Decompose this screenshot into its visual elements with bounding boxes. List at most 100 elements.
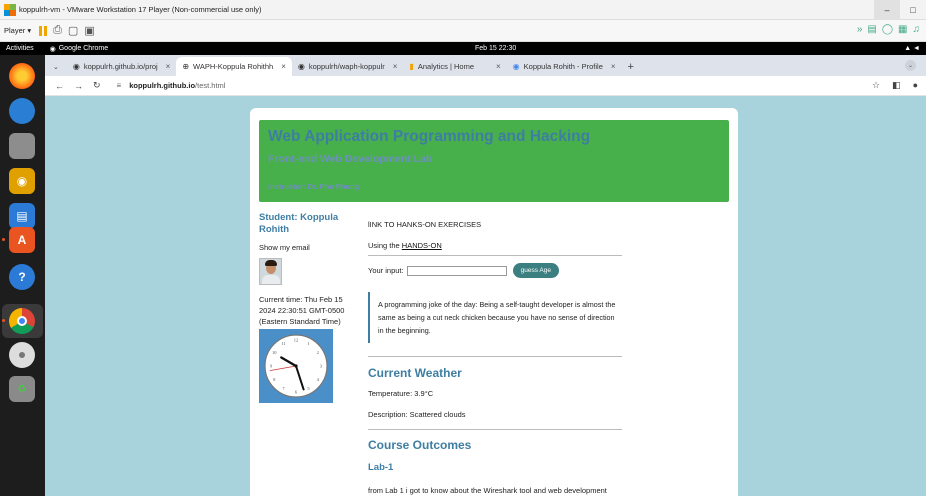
top-clock[interactable]: Feb 15 22:30 <box>475 45 516 52</box>
page-header: Web Application Programming and Hacking … <box>259 120 729 202</box>
analytics-icon: ▮ <box>409 62 414 71</box>
header-subtitle: Front-end Web Development Lab <box>268 153 433 165</box>
help-icon[interactable]: ? <box>9 264 35 290</box>
tab-label: WAPH-Koppula Rohithh <box>193 62 274 71</box>
minimize-button[interactable]: – <box>874 0 900 20</box>
files-icon[interactable] <box>9 133 35 159</box>
page-container: Web Application Programming and Hacking … <box>250 108 738 496</box>
url-host: koppulrh.github.io <box>129 81 196 90</box>
ubuntu-top-bar: Activities ◉ Google Chrome Feb 15 22:30 … <box>0 42 926 55</box>
back-icon[interactable]: ← <box>55 81 64 91</box>
right-column: lINK TO HANKS-ON EXERCISES Using the HAN… <box>368 212 622 495</box>
lab1-text: from Lab 1 i got to know about the Wires… <box>368 486 607 495</box>
app-menu[interactable]: ◉ Google Chrome <box>50 45 109 53</box>
chrome-address-bar: ← → ↻ ≡ koppulrh.github.io/test.html ☆ ◧… <box>45 76 926 96</box>
tab-label: koppulrh/waph-koppulr <box>308 62 385 71</box>
close-icon[interactable]: × <box>496 62 501 71</box>
current-time-text: Current time: Thu Feb 15 2024 22:30:51 G… <box>259 295 345 326</box>
left-column: Student: Koppula Rohith Show my email Cu… <box>259 212 349 403</box>
svg-text:11: 11 <box>281 341 285 346</box>
clock-face-icon: 1212 345 678 91011 <box>264 334 328 398</box>
trash-icon[interactable]: ♻ <box>9 376 35 402</box>
student-photo <box>259 258 282 285</box>
weather-description: Description: Scattered clouds <box>368 410 466 419</box>
new-tab-button[interactable]: + <box>622 57 640 76</box>
chrome-small-icon: ◉ <box>49 45 56 53</box>
weather-title: Current Weather <box>368 366 462 380</box>
activities-button[interactable]: Activities <box>6 45 34 52</box>
window-title: koppulrh-vm - VMware Workstation 17 Play… <box>19 5 262 14</box>
network-icon[interactable]: ▦ <box>898 24 907 35</box>
device-icons: » ▤ ◯ ▦ ♫ <box>857 24 920 35</box>
app-name: Google Chrome <box>58 45 109 52</box>
system-tray-icon[interactable]: ▲ ◄ <box>904 45 920 52</box>
bookmark-star-icon[interactable]: ☆ <box>872 80 880 91</box>
close-icon[interactable]: × <box>393 62 398 71</box>
thunderbird-icon[interactable] <box>9 98 35 124</box>
forward-icon[interactable]: → <box>74 81 83 91</box>
divider <box>368 429 622 430</box>
joke-block: A programming joke of the day: Being a s… <box>368 292 622 343</box>
restore-button[interactable]: □ <box>900 0 926 20</box>
disc-icon[interactable]: ◯ <box>882 24 893 35</box>
tab-label: koppulrh.github.io/proj <box>83 62 158 71</box>
sound-icon[interactable]: ♫ <box>913 24 921 35</box>
tab-label: Analytics | Home <box>417 62 474 71</box>
github-icon: ◉ <box>297 62 305 71</box>
dock-running-dot <box>2 238 5 241</box>
guess-age-button[interactable]: guess Age <box>512 263 559 278</box>
disc-drive-icon[interactable] <box>9 342 35 368</box>
svg-text:1: 1 <box>307 341 309 346</box>
divider <box>368 255 622 256</box>
show-email-link[interactable]: Show my email <box>259 243 349 252</box>
svg-text:10: 10 <box>272 350 277 355</box>
tab-5[interactable]: ◉ Koppula Rohith - Profile × <box>507 57 622 76</box>
vmware-toolbar: Player ▾ ⎙ ▢ ▣ » ▤ ◯ ▦ ♫ <box>0 20 926 42</box>
lab1-title: Lab-1 <box>368 462 394 473</box>
firefox-icon[interactable] <box>9 63 35 89</box>
player-menu[interactable]: Player ▾ <box>4 26 31 35</box>
page-viewport: Web Application Programming and Hacking … <box>45 96 926 496</box>
tab-3[interactable]: ◉ koppulrh/waph-koppulr × <box>292 57 404 76</box>
input-label: Your input: <box>368 266 404 275</box>
scholar-icon: ◉ <box>512 62 520 71</box>
hands-on-link[interactable]: HANDS-ON <box>402 241 442 250</box>
app-center-icon[interactable]: A <box>9 227 35 253</box>
globe-icon: ⊕ <box>182 62 190 71</box>
header-title: Web Application Programming and Hacking <box>268 128 591 145</box>
url-field[interactable]: ≡ koppulrh.github.io/test.html <box>117 81 226 90</box>
your-input-field[interactable] <box>406 265 507 276</box>
link-heading: lINK TO HANKS-ON EXERCISES <box>368 220 482 229</box>
display-icon[interactable]: ▤ <box>867 24 876 35</box>
tab-label: Koppula Rohith - Profile <box>523 62 603 71</box>
profile-avatar-icon[interactable]: ● <box>913 80 918 91</box>
temperature-text: Temperature: 3.9°C <box>368 389 434 398</box>
rhythmbox-icon[interactable]: ◉ <box>9 168 35 194</box>
tab-2-active[interactable]: ⊕ WAPH-Koppula Rohithh × <box>176 57 292 76</box>
forward-icon[interactable]: » <box>857 24 863 35</box>
divider <box>368 356 622 357</box>
pause-icon[interactable] <box>39 25 48 36</box>
analog-clock: 12 1 2 345 678 9 10 11 <box>259 329 333 403</box>
close-icon[interactable]: × <box>611 62 616 71</box>
fit-window-icon[interactable]: ▢ <box>68 24 78 37</box>
url-path: /test.html <box>195 81 226 90</box>
tab-search-icon[interactable]: ⌄ <box>45 57 67 76</box>
input-row: Your input: guess Age <box>368 263 622 278</box>
reload-icon[interactable]: ↻ <box>93 80 101 91</box>
close-icon[interactable]: × <box>281 62 286 71</box>
send-keys-icon[interactable]: ⎙ <box>53 24 62 37</box>
side-panel-icon[interactable]: ◧ <box>892 80 901 91</box>
github-icon: ◉ <box>72 62 80 71</box>
site-info-icon[interactable]: ≡ <box>117 81 122 90</box>
tab-1[interactable]: ◉ koppulrh.github.io/proj × <box>67 57 176 76</box>
tab-4[interactable]: ▮ Analytics | Home × <box>403 57 506 76</box>
tab-menu-icon[interactable]: ⌄ <box>905 60 916 71</box>
chrome-tab-strip: ⌄ ◉ koppulrh.github.io/proj × ⊕ WAPH-Kop… <box>45 55 926 76</box>
writer-icon[interactable]: ▤ <box>9 203 35 229</box>
chrome-icon[interactable] <box>9 308 35 334</box>
close-icon[interactable]: × <box>166 62 171 71</box>
svg-text:12: 12 <box>294 338 299 343</box>
vmware-logo-icon <box>4 3 16 16</box>
fullscreen-icon[interactable]: ▣ <box>84 24 94 37</box>
